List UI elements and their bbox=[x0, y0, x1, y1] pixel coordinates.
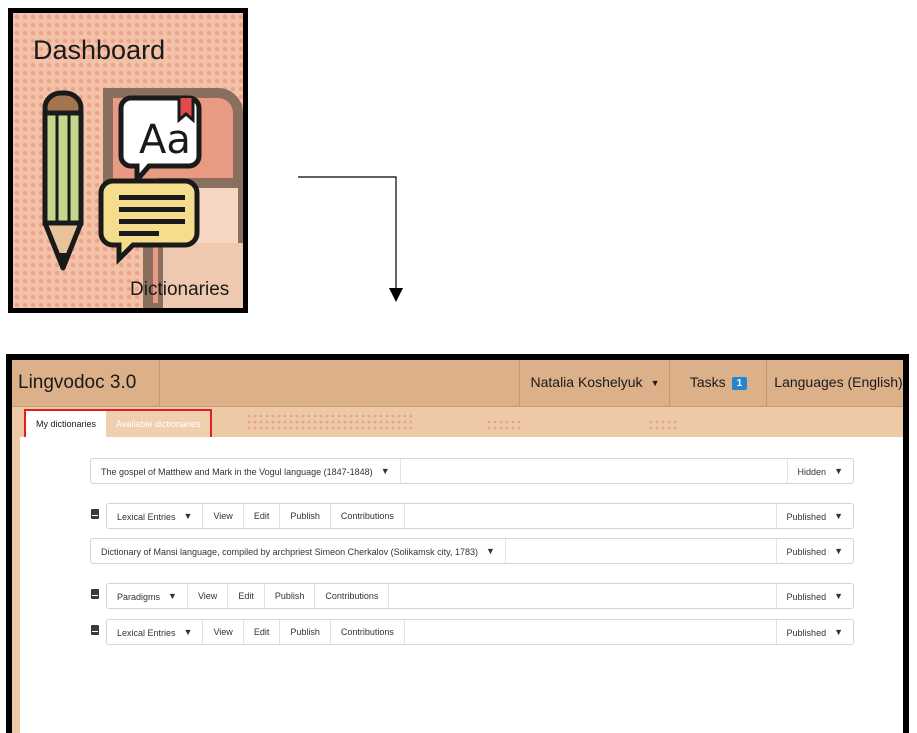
chevron-down-icon: ▼ bbox=[183, 511, 193, 521]
dictionary-title: Dictionary of Mansi language, compiled b… bbox=[101, 547, 478, 557]
perspective-row: Paradigms ▼ View Edit Publish Contributio… bbox=[106, 583, 854, 609]
chevron-down-icon: ▼ bbox=[834, 546, 843, 556]
perspective-dropdown[interactable]: Lexical Entries ▼ bbox=[107, 620, 204, 644]
edit-button[interactable]: Edit bbox=[228, 584, 265, 608]
top-menu: Lingvodoc 3.0 Natalia Koshelyuk ▼ Tasks 1 … bbox=[12, 360, 903, 407]
status-label: Published bbox=[786, 512, 827, 522]
view-button[interactable]: View bbox=[188, 584, 229, 608]
chevron-down-icon: ▼ bbox=[834, 511, 843, 521]
chevron-down-icon: ▼ bbox=[183, 627, 193, 637]
book-icon bbox=[91, 625, 99, 635]
dictionary-title: The gospel of Matthew and Mark in the Vo… bbox=[101, 467, 373, 477]
contributions-button[interactable]: Contributions bbox=[315, 584, 390, 608]
contributions-button[interactable]: Contributions bbox=[331, 620, 405, 644]
chevron-down-icon: ▼ bbox=[834, 466, 843, 476]
perspective-name: Paradigms bbox=[117, 592, 161, 602]
tab-my-dictionaries[interactable]: My dictionaries bbox=[26, 411, 107, 437]
app-window: Lingvodoc 3.0 Natalia Koshelyuk ▼ Tasks 1 … bbox=[6, 354, 909, 733]
chevron-down-icon: ▼ bbox=[380, 466, 390, 476]
user-menu[interactable]: Natalia Koshelyuk ▼ bbox=[519, 360, 670, 406]
languages-menu[interactable]: Languages (English) bbox=[766, 360, 903, 406]
perspective-status-dropdown[interactable]: Published ▼ bbox=[775, 504, 853, 528]
chevron-down-icon: ▼ bbox=[486, 546, 495, 556]
perspective-status-dropdown[interactable]: Published ▼ bbox=[775, 620, 853, 644]
book-icon bbox=[91, 589, 99, 599]
perspective-dropdown[interactable]: Paradigms ▼ bbox=[107, 584, 188, 608]
tasks-count-badge: 1 bbox=[731, 377, 748, 390]
dictionary-tabs: My dictionaries Available dictionaries bbox=[24, 409, 213, 437]
dictionary-row: Dictionary of Mansi language, compiled b… bbox=[90, 538, 854, 564]
perspective-name: Lexical Entries bbox=[117, 512, 176, 522]
user-name: Natalia Koshelyuk bbox=[530, 374, 643, 390]
publish-button[interactable]: Publish bbox=[280, 620, 331, 644]
perspective-name: Lexical Entries bbox=[117, 628, 176, 638]
pencil-icon bbox=[42, 90, 84, 271]
chevron-down-icon: ▼ bbox=[834, 627, 843, 637]
dashboard-dictionaries-tile[interactable]: Aa Dashboard Dictionaries bbox=[8, 8, 248, 313]
dictionaries-list: The gospel of Matthew and Mark in the Vo… bbox=[12, 437, 903, 733]
publish-button[interactable]: Publish bbox=[280, 504, 331, 528]
view-button[interactable]: View bbox=[203, 504, 244, 528]
status-label: Published bbox=[786, 592, 827, 602]
publish-button[interactable]: Publish bbox=[265, 584, 316, 608]
edit-button[interactable]: Edit bbox=[244, 620, 281, 644]
perspective-row: Lexical Entries ▼ View Edit Publish Contr… bbox=[106, 503, 854, 529]
contributions-button[interactable]: Contributions bbox=[331, 504, 405, 528]
perspective-dropdown[interactable]: Lexical Entries ▼ bbox=[107, 504, 204, 528]
dictionary-status-dropdown[interactable]: Hidden ▼ bbox=[786, 459, 853, 483]
status-label: Published bbox=[786, 547, 827, 557]
perspective-status-dropdown[interactable]: Published ▼ bbox=[775, 584, 853, 608]
tab-available-dictionaries[interactable]: Available dictionaries bbox=[106, 411, 210, 437]
dictionary-title-dropdown[interactable]: The gospel of Matthew and Mark in the Vo… bbox=[91, 459, 401, 483]
dictionary-status-dropdown[interactable]: Published ▼ bbox=[775, 539, 853, 563]
view-button[interactable]: View bbox=[203, 620, 244, 644]
svg-text:Aa: Aa bbox=[139, 117, 191, 163]
language-bubble-icon: Aa bbox=[118, 95, 202, 187]
app-logo[interactable]: Lingvodoc 3.0 bbox=[12, 360, 160, 406]
status-label: Hidden bbox=[797, 467, 827, 477]
chat-bubble-icon bbox=[98, 178, 200, 266]
tasks-menu[interactable]: Tasks 1 bbox=[669, 360, 767, 406]
chevron-down-icon: ▼ bbox=[834, 591, 843, 601]
status-label: Published bbox=[786, 628, 827, 638]
tabs-bar: My dictionaries Available dictionaries bbox=[12, 407, 903, 437]
chevron-down-icon: ▼ bbox=[650, 378, 660, 388]
tasks-label: Tasks bbox=[689, 374, 726, 390]
tile-title: Dashboard bbox=[33, 35, 166, 65]
perspective-row: Lexical Entries ▼ View Edit Publish Contr… bbox=[106, 619, 854, 645]
chevron-down-icon: ▼ bbox=[168, 591, 177, 601]
dictionary-row: The gospel of Matthew and Mark in the Vo… bbox=[90, 458, 854, 484]
edit-button[interactable]: Edit bbox=[244, 504, 281, 528]
dictionary-title-dropdown[interactable]: Dictionary of Mansi language, compiled b… bbox=[91, 539, 506, 563]
connector-arrow bbox=[298, 176, 403, 302]
tile-subtitle: Dictionaries bbox=[130, 279, 230, 300]
book-icon bbox=[91, 509, 99, 519]
